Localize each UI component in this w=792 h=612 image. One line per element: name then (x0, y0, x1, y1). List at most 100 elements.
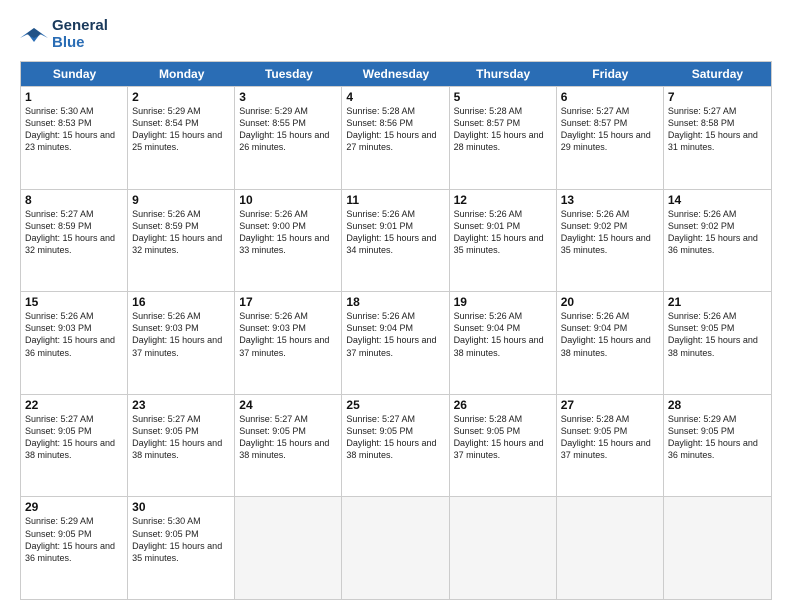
day-info: Sunrise: 5:27 AMSunset: 9:05 PMDaylight:… (132, 413, 230, 462)
day-info: Sunrise: 5:26 AMSunset: 9:05 PMDaylight:… (668, 310, 767, 359)
day-cell-29: 29Sunrise: 5:29 AMSunset: 9:05 PMDayligh… (21, 497, 128, 599)
day-info: Sunrise: 5:26 AMSunset: 9:03 PMDaylight:… (132, 310, 230, 359)
day-cell-23: 23Sunrise: 5:27 AMSunset: 9:05 PMDayligh… (128, 395, 235, 497)
day-cell-15: 15Sunrise: 5:26 AMSunset: 9:03 PMDayligh… (21, 292, 128, 394)
day-cell-20: 20Sunrise: 5:26 AMSunset: 9:04 PMDayligh… (557, 292, 664, 394)
day-cell-8: 8Sunrise: 5:27 AMSunset: 8:59 PMDaylight… (21, 190, 128, 292)
day-number: 14 (668, 193, 767, 207)
empty-cell (557, 497, 664, 599)
header-day-monday: Monday (128, 62, 235, 86)
day-info: Sunrise: 5:29 AMSunset: 9:05 PMDaylight:… (668, 413, 767, 462)
day-number: 4 (346, 90, 444, 104)
day-cell-9: 9Sunrise: 5:26 AMSunset: 8:59 PMDaylight… (128, 190, 235, 292)
header-day-tuesday: Tuesday (235, 62, 342, 86)
day-number: 8 (25, 193, 123, 207)
day-cell-19: 19Sunrise: 5:26 AMSunset: 9:04 PMDayligh… (450, 292, 557, 394)
day-cell-11: 11Sunrise: 5:26 AMSunset: 9:01 PMDayligh… (342, 190, 449, 292)
day-cell-25: 25Sunrise: 5:27 AMSunset: 9:05 PMDayligh… (342, 395, 449, 497)
day-cell-21: 21Sunrise: 5:26 AMSunset: 9:05 PMDayligh… (664, 292, 771, 394)
day-number: 26 (454, 398, 552, 412)
day-cell-18: 18Sunrise: 5:26 AMSunset: 9:04 PMDayligh… (342, 292, 449, 394)
day-number: 18 (346, 295, 444, 309)
day-number: 12 (454, 193, 552, 207)
day-number: 22 (25, 398, 123, 412)
day-info: Sunrise: 5:26 AMSunset: 9:02 PMDaylight:… (668, 208, 767, 257)
day-number: 29 (25, 500, 123, 514)
calendar-body: 1Sunrise: 5:30 AMSunset: 8:53 PMDaylight… (21, 86, 771, 599)
header-day-wednesday: Wednesday (342, 62, 449, 86)
day-info: Sunrise: 5:30 AMSunset: 8:53 PMDaylight:… (25, 105, 123, 154)
day-info: Sunrise: 5:28 AMSunset: 9:05 PMDaylight:… (561, 413, 659, 462)
day-info: Sunrise: 5:26 AMSunset: 9:01 PMDaylight:… (346, 208, 444, 257)
day-number: 11 (346, 193, 444, 207)
week-row-5: 29Sunrise: 5:29 AMSunset: 9:05 PMDayligh… (21, 496, 771, 599)
day-number: 9 (132, 193, 230, 207)
day-info: Sunrise: 5:26 AMSunset: 9:02 PMDaylight:… (561, 208, 659, 257)
week-row-2: 8Sunrise: 5:27 AMSunset: 8:59 PMDaylight… (21, 189, 771, 292)
day-info: Sunrise: 5:26 AMSunset: 9:04 PMDaylight:… (346, 310, 444, 359)
day-cell-24: 24Sunrise: 5:27 AMSunset: 9:05 PMDayligh… (235, 395, 342, 497)
day-info: Sunrise: 5:26 AMSunset: 9:03 PMDaylight:… (25, 310, 123, 359)
day-cell-14: 14Sunrise: 5:26 AMSunset: 9:02 PMDayligh… (664, 190, 771, 292)
day-cell-26: 26Sunrise: 5:28 AMSunset: 9:05 PMDayligh… (450, 395, 557, 497)
day-cell-30: 30Sunrise: 5:30 AMSunset: 9:05 PMDayligh… (128, 497, 235, 599)
day-info: Sunrise: 5:28 AMSunset: 8:57 PMDaylight:… (454, 105, 552, 154)
day-info: Sunrise: 5:26 AMSunset: 9:03 PMDaylight:… (239, 310, 337, 359)
day-number: 21 (668, 295, 767, 309)
day-info: Sunrise: 5:30 AMSunset: 9:05 PMDaylight:… (132, 515, 230, 564)
day-cell-3: 3Sunrise: 5:29 AMSunset: 8:55 PMDaylight… (235, 87, 342, 189)
day-number: 6 (561, 90, 659, 104)
week-row-1: 1Sunrise: 5:30 AMSunset: 8:53 PMDaylight… (21, 86, 771, 189)
day-info: Sunrise: 5:27 AMSunset: 8:57 PMDaylight:… (561, 105, 659, 154)
day-cell-22: 22Sunrise: 5:27 AMSunset: 9:05 PMDayligh… (21, 395, 128, 497)
day-number: 2 (132, 90, 230, 104)
day-cell-6: 6Sunrise: 5:27 AMSunset: 8:57 PMDaylight… (557, 87, 664, 189)
day-info: Sunrise: 5:26 AMSunset: 9:00 PMDaylight:… (239, 208, 337, 257)
day-info: Sunrise: 5:28 AMSunset: 8:56 PMDaylight:… (346, 105, 444, 154)
day-number: 19 (454, 295, 552, 309)
day-number: 27 (561, 398, 659, 412)
day-info: Sunrise: 5:29 AMSunset: 8:55 PMDaylight:… (239, 105, 337, 154)
empty-cell (342, 497, 449, 599)
day-number: 17 (239, 295, 337, 309)
day-info: Sunrise: 5:27 AMSunset: 8:59 PMDaylight:… (25, 208, 123, 257)
day-cell-12: 12Sunrise: 5:26 AMSunset: 9:01 PMDayligh… (450, 190, 557, 292)
empty-cell (235, 497, 342, 599)
day-number: 15 (25, 295, 123, 309)
day-info: Sunrise: 5:29 AMSunset: 9:05 PMDaylight:… (25, 515, 123, 564)
header-day-friday: Friday (557, 62, 664, 86)
day-number: 30 (132, 500, 230, 514)
day-info: Sunrise: 5:26 AMSunset: 8:59 PMDaylight:… (132, 208, 230, 257)
day-number: 28 (668, 398, 767, 412)
empty-cell (664, 497, 771, 599)
day-info: Sunrise: 5:27 AMSunset: 8:58 PMDaylight:… (668, 105, 767, 154)
day-number: 24 (239, 398, 337, 412)
day-cell-27: 27Sunrise: 5:28 AMSunset: 9:05 PMDayligh… (557, 395, 664, 497)
calendar: SundayMondayTuesdayWednesdayThursdayFrid… (20, 61, 772, 600)
day-number: 10 (239, 193, 337, 207)
day-info: Sunrise: 5:28 AMSunset: 9:05 PMDaylight:… (454, 413, 552, 462)
day-cell-7: 7Sunrise: 5:27 AMSunset: 8:58 PMDaylight… (664, 87, 771, 189)
day-number: 1 (25, 90, 123, 104)
day-cell-4: 4Sunrise: 5:28 AMSunset: 8:56 PMDaylight… (342, 87, 449, 189)
day-cell-13: 13Sunrise: 5:26 AMSunset: 9:02 PMDayligh… (557, 190, 664, 292)
logo-icon (20, 24, 48, 46)
day-cell-10: 10Sunrise: 5:26 AMSunset: 9:00 PMDayligh… (235, 190, 342, 292)
day-info: Sunrise: 5:27 AMSunset: 9:05 PMDaylight:… (239, 413, 337, 462)
day-info: Sunrise: 5:27 AMSunset: 9:05 PMDaylight:… (346, 413, 444, 462)
day-cell-1: 1Sunrise: 5:30 AMSunset: 8:53 PMDaylight… (21, 87, 128, 189)
day-number: 25 (346, 398, 444, 412)
page: General Blue SundayMondayTuesdayWednesda… (0, 0, 792, 612)
header-day-thursday: Thursday (450, 62, 557, 86)
header-day-saturday: Saturday (664, 62, 771, 86)
day-number: 3 (239, 90, 337, 104)
day-number: 13 (561, 193, 659, 207)
empty-cell (450, 497, 557, 599)
day-cell-17: 17Sunrise: 5:26 AMSunset: 9:03 PMDayligh… (235, 292, 342, 394)
day-info: Sunrise: 5:27 AMSunset: 9:05 PMDaylight:… (25, 413, 123, 462)
day-cell-16: 16Sunrise: 5:26 AMSunset: 9:03 PMDayligh… (128, 292, 235, 394)
day-cell-5: 5Sunrise: 5:28 AMSunset: 8:57 PMDaylight… (450, 87, 557, 189)
calendar-header-row: SundayMondayTuesdayWednesdayThursdayFrid… (21, 62, 771, 86)
day-number: 5 (454, 90, 552, 104)
day-cell-28: 28Sunrise: 5:29 AMSunset: 9:05 PMDayligh… (664, 395, 771, 497)
